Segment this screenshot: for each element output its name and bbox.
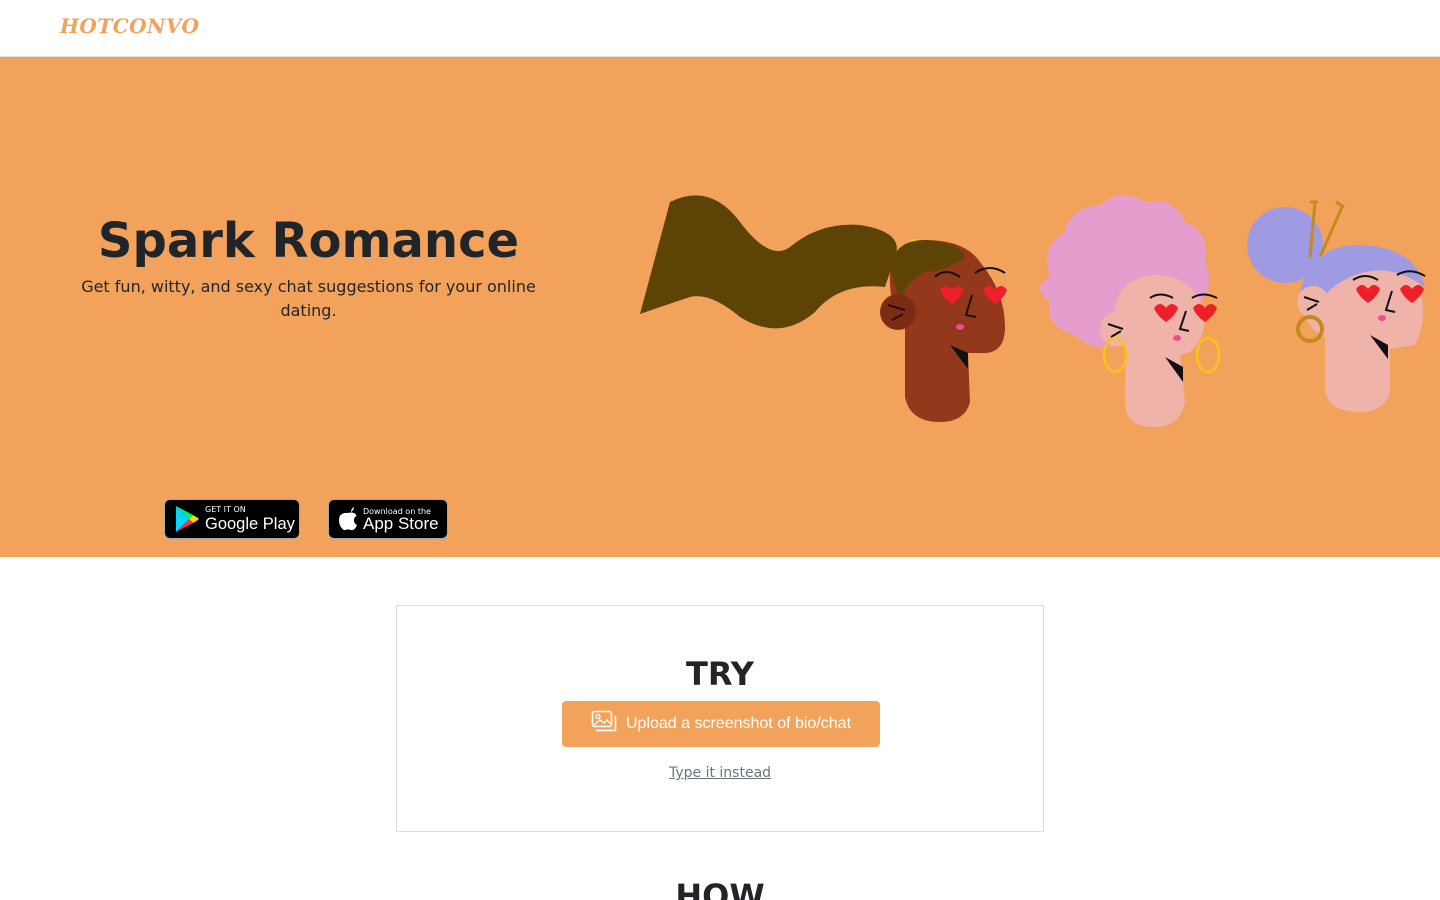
type-it-instead-link[interactable]: Type it instead	[397, 763, 1043, 783]
google-play-icon	[176, 506, 199, 532]
navbar: HOTCONVO	[0, 0, 1440, 57]
hero-text: Spark Romance Get fun, witty, and sexy c…	[60, 207, 557, 539]
try-title: TRY	[686, 655, 754, 693]
how-title: HOW	[675, 877, 765, 900]
apple-icon	[339, 507, 357, 531]
app-store-button[interactable]: Download on the App Store	[328, 499, 448, 539]
face-pink-afro	[1040, 195, 1221, 427]
google-play-button[interactable]: GET IT ON Google Play	[164, 499, 300, 539]
hero-illustration	[640, 195, 1426, 427]
upload-screenshot-button[interactable]: Upload a screenshot of bio/chat	[562, 701, 880, 747]
hero-section: Spark Romance Get fun, witty, and sexy c…	[0, 57, 1440, 557]
google-play-small-text: GET IT ON	[205, 505, 246, 514]
hero-title: Spark Romance	[97, 213, 520, 269]
google-play-big-text: Google Play	[205, 515, 295, 533]
brand-logo[interactable]: HOTCONVO	[60, 14, 199, 38]
image-icon	[591, 710, 617, 732]
try-card: TRY Upload a screenshot of bio/chat Type…	[396, 605, 1044, 832]
face-lavender-bun	[1247, 200, 1426, 412]
face-flowing-hair	[640, 195, 1007, 422]
app-store-big-text: App Store	[363, 514, 439, 533]
hero-subtitle: Get fun, witty, and sexy chat suggestion…	[81, 277, 536, 320]
upload-button-label: Upload a screenshot of bio/chat	[625, 715, 852, 732]
